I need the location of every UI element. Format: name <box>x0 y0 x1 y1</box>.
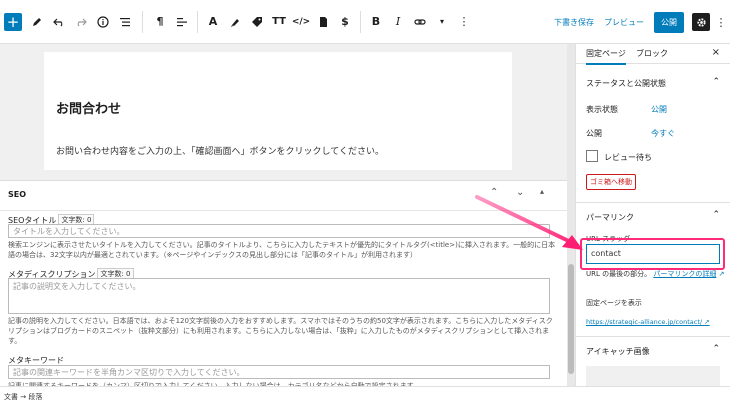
external-link-icon: ↗ <box>718 270 725 278</box>
add-block-button[interactable]: + <box>4 12 22 31</box>
chevron-up-icon[interactable]: ⌃ <box>712 210 720 220</box>
settings-sidebar: 固定ページ ブロック × ステータスと公開状態 ⌃ 表示状態 公開 公開 今すぐ… <box>575 44 730 386</box>
url-last-part-text: URL の最後の部分。 <box>586 270 652 278</box>
more-icon[interactable]: ⋮ <box>453 11 475 33</box>
italic-icon[interactable]: I <box>387 11 409 33</box>
trash-button[interactable]: ゴミ箱へ移動 <box>586 174 636 190</box>
seo-panel: SEO ⌃ ⌄ ▴ SEOタイトル 文字数: 0 タイトルを入力してください。 … <box>0 180 567 387</box>
status-section-title[interactable]: ステータスと公開状態 <box>586 78 666 89</box>
tag-icon[interactable] <box>246 11 268 33</box>
meta-desc-help: 記事の説明を入力してください。日本語では、およそ120文字前後の入力をおすすめし… <box>8 317 553 345</box>
publish-label: 公開 <box>586 129 602 138</box>
toolbar-divider <box>197 10 198 33</box>
seo-title-input[interactable]: タイトルを入力してください。 <box>8 224 550 238</box>
page-url-link[interactable]: https://strategic-alliance.jp/contact/ ↗ <box>586 318 710 326</box>
chevron-up-icon[interactable]: ⌃ <box>712 344 720 354</box>
move-up-icon[interactable]: ⌃ <box>490 187 498 198</box>
align-icon[interactable] <box>171 11 193 33</box>
scrollbar-thumb[interactable] <box>568 264 574 374</box>
dollar-icon[interactable]: $ <box>334 11 356 33</box>
permalink-detail-link[interactable]: パーマリンクの詳細 <box>653 270 716 278</box>
visibility-label: 表示状態 <box>586 105 618 114</box>
publish-button[interactable]: 公開 <box>654 11 684 33</box>
text-size-icon[interactable]: TT <box>268 11 290 33</box>
visibility-value[interactable]: 公開 <box>651 104 667 115</box>
external-link-icon: ↗ <box>704 318 710 326</box>
annotation-highlight-box <box>580 238 725 270</box>
seo-title-help: 検索エンジンに表示させたいタイトルを入力してください。記事のタイトルより、こちら… <box>8 241 556 259</box>
sidebar-divider <box>576 202 730 203</box>
code-icon[interactable]: </> <box>290 11 312 33</box>
meta-desc-textarea[interactable]: 記事の説明文を入力してください。 <box>8 278 550 314</box>
editor-scrollbar[interactable] <box>567 44 575 386</box>
chevron-up-icon[interactable]: ⌃ <box>712 77 720 87</box>
toolbar-right: 下書き保存 プレビュー 公開 ⋮ <box>554 0 730 44</box>
tab-block[interactable]: ブロック <box>636 48 668 59</box>
page-paragraph[interactable]: お問い合わせ内容をご入力の上、「確認画面へ」ボタンをクリックしてください。 <box>56 144 384 157</box>
list-view-icon[interactable] <box>114 11 136 33</box>
pencil-icon[interactable] <box>26 11 48 33</box>
gear-icon <box>696 17 706 27</box>
move-down-icon[interactable]: ⌄ <box>516 187 524 198</box>
seo-panel-header: SEO ⌃ ⌄ ▴ <box>0 181 567 211</box>
seo-panel-title: SEO <box>8 190 27 199</box>
featured-image-placeholder[interactable] <box>586 366 720 386</box>
review-checkbox[interactable] <box>586 150 598 162</box>
undo-icon[interactable] <box>48 11 70 33</box>
collapse-icon[interactable]: ▴ <box>540 187 544 196</box>
document-icon[interactable] <box>312 11 334 33</box>
page-heading[interactable]: お問合わせ <box>56 98 121 117</box>
url-last-part-row: URL の最後の部分。 パーマリンクの詳細 ↗ <box>586 269 724 279</box>
review-label: レビュー待ち <box>604 153 652 162</box>
featured-image-title[interactable]: アイキャッチ画像 <box>586 346 650 357</box>
options-menu-icon[interactable]: ⋮ <box>716 12 727 32</box>
status-bar: 文書 → 段落 <box>0 386 730 410</box>
publish-value[interactable]: 今すぐ <box>651 128 675 139</box>
view-page-label: 固定ページを表示 <box>586 299 642 307</box>
font-icon[interactable]: A <box>202 11 224 33</box>
redo-icon[interactable] <box>70 11 92 33</box>
bold-icon[interactable]: B <box>365 11 387 33</box>
marker-icon[interactable] <box>224 11 246 33</box>
paragraph-icon[interactable]: ¶ <box>149 11 171 33</box>
info-icon[interactable] <box>92 11 114 33</box>
preview-button[interactable]: プレビュー <box>604 17 644 28</box>
save-draft-button[interactable]: 下書き保存 <box>554 17 594 28</box>
content-card: お問合わせ お問い合わせ内容をご入力の上、「確認画面へ」ボタンをクリックしてくだ… <box>44 52 512 170</box>
toolbar-divider <box>360 10 361 33</box>
toolbar-divider <box>142 10 143 33</box>
close-icon[interactable]: × <box>712 47 720 58</box>
settings-button[interactable] <box>692 13 710 31</box>
page-url-text: https://strategic-alliance.jp/contact/ <box>586 318 703 326</box>
permalink-section-title[interactable]: パーマリンク <box>586 212 634 223</box>
sidebar-tabs: 固定ページ ブロック × <box>576 44 730 65</box>
breadcrumb[interactable]: 文書 → 段落 <box>4 392 42 402</box>
chevron-down-icon[interactable]: ▾ <box>431 11 453 33</box>
tab-page[interactable]: 固定ページ <box>586 48 626 65</box>
sidebar-divider <box>576 336 730 337</box>
link-icon[interactable] <box>409 11 431 33</box>
meta-kw-input[interactable]: 記事の関連キーワードを半角カンマ区切りで入力してください。 <box>8 365 550 379</box>
editor-toolbar: + ¶ A TT </> $ B I ▾ ⋮ 下書き保存 プレビュー 公開 ⋮ <box>0 0 730 44</box>
